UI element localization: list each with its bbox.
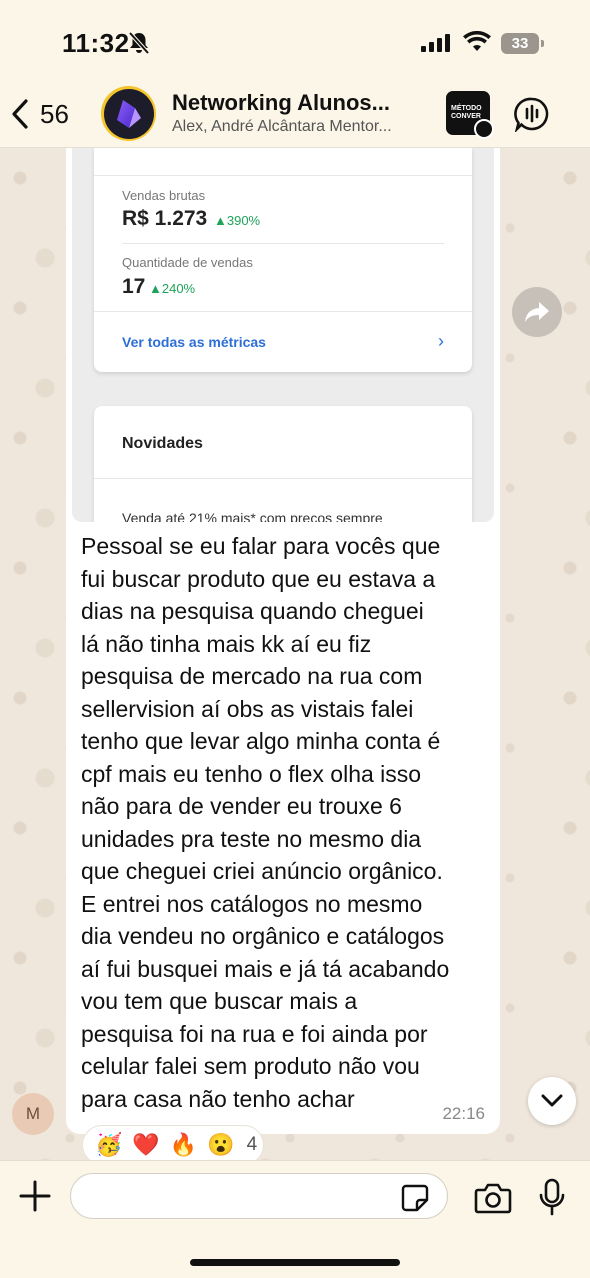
- camera-icon[interactable]: [474, 1181, 512, 1215]
- chat-header: 56 Networking Alunos... Alex, André Alcâ…: [0, 80, 590, 148]
- chevron-left-icon: [12, 99, 28, 129]
- divider: [94, 311, 472, 312]
- community-badge[interactable]: MÉTODO CONVER: [446, 91, 494, 139]
- divider: [122, 243, 444, 244]
- gross-sales-value: R$ 1.273: [122, 207, 208, 230]
- reaction-fire: 🔥: [169, 1132, 198, 1157]
- unread-count: 56: [40, 98, 69, 129]
- share-icon: [525, 302, 549, 322]
- attached-screenshot[interactable]: Vendas brutas R$ 1.273 ▲390% Quantidade …: [72, 148, 494, 522]
- chevron-down-icon: [474, 119, 494, 139]
- reaction-count: 4: [246, 1134, 258, 1155]
- reaction-surprised: 😮: [207, 1132, 235, 1157]
- news-card: Novidades Venda até 21% mais* com preços…: [94, 406, 472, 522]
- community-badge-label: MÉTODO CONVER: [451, 105, 482, 120]
- sender-avatar[interactable]: M: [12, 1093, 54, 1135]
- composer-bar: [0, 1160, 590, 1278]
- chevron-down-icon: [541, 1094, 563, 1107]
- sticker-icon[interactable]: [400, 1183, 430, 1213]
- divider: [94, 478, 472, 479]
- message-input[interactable]: [70, 1173, 448, 1219]
- chat-title[interactable]: Networking Alunos...: [172, 90, 432, 116]
- reaction-heart: ❤️: [132, 1132, 160, 1157]
- status-bar: 11:32 33: [0, 0, 590, 80]
- gross-sales-change: ▲390%: [214, 213, 261, 228]
- divider: [94, 175, 472, 176]
- message-time: 22:16: [442, 1104, 485, 1123]
- forward-button[interactable]: [512, 287, 562, 337]
- view-metrics-link: Ver todas as métricas: [122, 334, 266, 350]
- battery-indicator: 33: [501, 33, 544, 54]
- news-title: Novidades: [122, 435, 203, 452]
- gross-sales-label: Vendas brutas: [122, 188, 206, 203]
- metrics-card: Vendas brutas R$ 1.273 ▲390% Quantidade …: [94, 148, 472, 372]
- microphone-icon[interactable]: [538, 1178, 566, 1216]
- home-indicator: [190, 1259, 400, 1266]
- back-button[interactable]: 56: [10, 94, 80, 134]
- voice-chat-button[interactable]: [514, 96, 550, 132]
- chevron-right-icon: ›: [438, 331, 444, 351]
- group-avatar[interactable]: [101, 86, 156, 141]
- sales-qty-label: Quantidade de vendas: [122, 255, 253, 270]
- message-text: Pessoal se eu falar para vocês que fui b…: [81, 533, 450, 1112]
- chat-members[interactable]: Alex, André Alcântara Mentor...: [172, 118, 434, 136]
- reactions-bar[interactable]: 🥳 ❤️ 🔥 😮 4: [82, 1125, 264, 1165]
- cellular-signal-icon: [421, 34, 450, 52]
- group-logo-icon: [116, 99, 141, 128]
- scroll-to-bottom-button[interactable]: [528, 1077, 576, 1125]
- bell-slash-icon: [128, 31, 150, 55]
- plus-icon[interactable]: [18, 1179, 52, 1213]
- sales-qty-value: 17: [122, 275, 146, 298]
- status-time: 11:32: [62, 28, 130, 58]
- news-text: Venda até 21% mais* com preços sempre: [122, 510, 383, 522]
- message-bubble[interactable]: Vendas brutas R$ 1.273 ▲390% Quantidade …: [66, 148, 500, 1134]
- wifi-icon: [463, 31, 491, 51]
- sales-qty-change: ▲240%: [149, 281, 196, 296]
- reaction-party: 🥳: [95, 1132, 123, 1157]
